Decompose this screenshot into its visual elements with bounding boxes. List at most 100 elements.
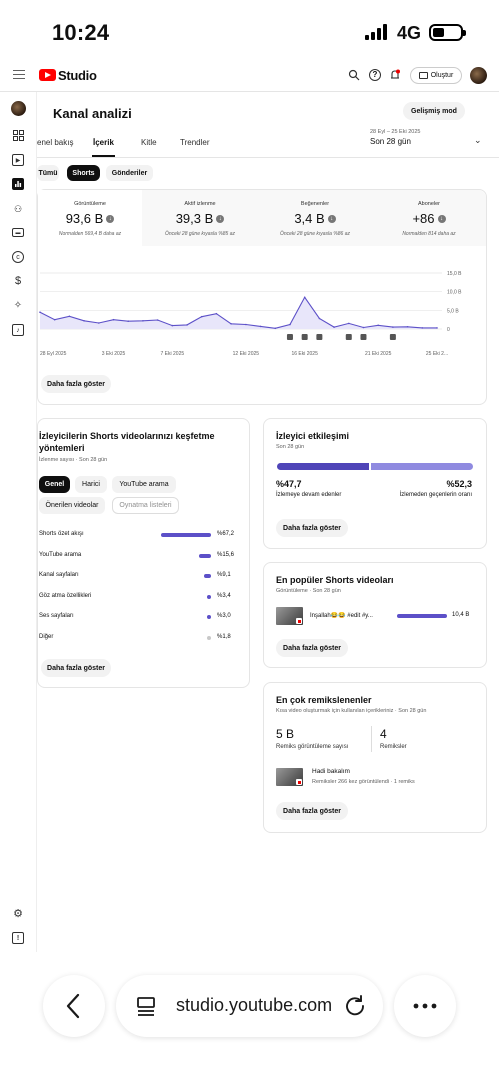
data-point[interactable] <box>142 320 144 322</box>
page-menu-icon[interactable] <box>136 996 156 1016</box>
subtitles-icon[interactable]: ▬ <box>12 228 24 237</box>
remix-show-more-button[interactable]: Daha fazla göster <box>276 802 348 820</box>
traffic-source-row[interactable]: YouTube arama %15,6 <box>39 552 235 562</box>
data-point[interactable] <box>289 323 291 326</box>
help-icon[interactable]: ? <box>369 69 381 81</box>
metric-likes-sub: Önceki 28 güne kıyasla %86 az <box>279 231 351 237</box>
metric-watch[interactable]: Aktif izlenme 39,3 B ↓ Önceki 28 güne kıy… <box>142 190 258 246</box>
feedback-icon[interactable]: ! <box>12 932 24 944</box>
back-button[interactable] <box>43 975 105 1037</box>
data-point[interactable] <box>68 315 71 318</box>
menu-icon[interactable] <box>13 70 25 79</box>
chip-playlists[interactable]: Oynatma listeleri <box>112 497 179 514</box>
earn-icon[interactable]: $ <box>12 275 24 287</box>
copyright-icon[interactable]: c <box>12 251 24 263</box>
data-point[interactable] <box>245 323 247 326</box>
data-point[interactable] <box>274 327 277 330</box>
traffic-source-label: Shorts özet akışı <box>39 531 84 537</box>
data-point[interactable] <box>171 324 174 327</box>
signal-icon <box>365 24 387 40</box>
popular-video-thumbnail[interactable] <box>276 607 303 625</box>
data-point[interactable] <box>303 296 306 299</box>
data-point[interactable] <box>83 320 85 322</box>
data-point[interactable] <box>127 320 129 322</box>
notification-icon[interactable] <box>389 69 401 81</box>
community-icon[interactable]: ⚇ <box>12 203 24 215</box>
dashboard-icon[interactable] <box>12 129 24 141</box>
create-button[interactable]: Oluştur <box>410 67 462 84</box>
tab-content[interactable]: İçerik <box>93 138 114 147</box>
advanced-mode-button[interactable]: Gelişmiş mod <box>403 102 465 120</box>
video-marker-icon[interactable] <box>286 334 293 340</box>
x-tick-label: 25 Eki 2... <box>426 351 448 357</box>
discovery-show-more-button[interactable]: Daha fazla göster <box>41 659 111 677</box>
tab-overview[interactable]: enel bakış <box>37 138 73 147</box>
traffic-source-row[interactable]: Göz atma özellikleri %3,4 <box>39 593 235 603</box>
chip-general[interactable]: Genel <box>39 476 70 493</box>
filter-shorts[interactable]: Shorts <box>67 165 100 181</box>
chip-external[interactable]: Harici <box>75 476 107 493</box>
data-point[interactable] <box>406 326 409 328</box>
chip-suggested[interactable]: Önerilen videolar <box>39 497 105 514</box>
metric-subs-value: +86 <box>412 211 435 226</box>
data-point[interactable] <box>230 323 232 325</box>
metric-subscribers[interactable]: Aboneler +86 ↓ Normalden 814 daha az <box>372 190 486 246</box>
customization-icon[interactable]: ✧ <box>12 299 24 311</box>
date-range-selector[interactable]: 28 Eyl – 25 Eki 2025 Son 28 gün ⌄ <box>370 129 482 146</box>
traffic-source-row[interactable]: Ses sayfaları %3,0 <box>39 613 235 623</box>
data-point[interactable] <box>436 327 438 329</box>
metric-views[interactable]: Görüntüleme 93,6 B ↓ Normalden 569,4 B da… <box>38 190 142 246</box>
filter-all[interactable]: Tümü <box>37 165 59 181</box>
x-tick-label: 12 Eki 2025 <box>233 351 260 357</box>
data-point[interactable] <box>98 322 100 324</box>
channel-avatar[interactable] <box>11 101 26 116</box>
studio-logo[interactable]: Studio <box>39 68 97 83</box>
search-icon[interactable] <box>348 69 360 81</box>
filter-posts[interactable]: Gönderiler <box>106 165 153 181</box>
traffic-source-row[interactable]: Diğer %1,8 <box>39 634 235 644</box>
video-marker-icon[interactable] <box>301 334 308 340</box>
data-point[interactable] <box>156 319 159 321</box>
data-point[interactable] <box>112 318 115 321</box>
data-point[interactable] <box>362 326 365 329</box>
popular-video-title[interactable]: İnşallah😂😂 #edit #y... <box>310 612 394 619</box>
reload-icon[interactable] <box>344 994 366 1016</box>
content-icon[interactable]: ▶ <box>12 154 24 166</box>
tab-audience[interactable]: Kitle <box>141 138 157 147</box>
audio-library-icon[interactable]: ♪ <box>12 324 24 336</box>
popular-show-more-button[interactable]: Daha fazla göster <box>276 639 348 657</box>
remix-video-thumbnail[interactable] <box>276 768 303 786</box>
video-marker-icon[interactable] <box>345 334 352 340</box>
data-point[interactable] <box>333 326 335 328</box>
data-point[interactable] <box>377 324 380 327</box>
tab-trends[interactable]: Trendler <box>180 138 210 147</box>
data-point[interactable] <box>200 315 203 318</box>
engagement-show-more-button[interactable]: Daha fazla göster <box>276 519 348 537</box>
metrics-show-more-button[interactable]: Daha fazla göster <box>41 375 111 393</box>
data-point[interactable] <box>318 317 321 320</box>
more-options-button[interactable] <box>394 975 456 1037</box>
data-point[interactable] <box>392 326 394 328</box>
popular-subtitle: Görüntüleme · Son 28 gün <box>276 588 341 594</box>
traffic-source-row[interactable]: Shorts özet akışı %67,2 <box>39 531 235 541</box>
address-bar[interactable]: studio.youtube.com <box>116 975 383 1037</box>
traffic-source-label: Göz atma özellikleri <box>39 592 92 599</box>
data-point[interactable] <box>421 327 424 329</box>
data-point[interactable] <box>215 312 218 315</box>
data-point[interactable] <box>348 322 350 325</box>
chip-youtube-search[interactable]: YouTube arama <box>112 476 176 493</box>
data-point[interactable] <box>53 318 56 321</box>
engagement-stay-bar <box>277 463 370 470</box>
account-avatar[interactable] <box>470 67 487 84</box>
video-marker-icon[interactable] <box>389 334 396 340</box>
video-marker-icon[interactable] <box>360 334 367 340</box>
metric-likes[interactable]: Beğenenler 3,4 B ↓ Önceki 28 güne kıyasla… <box>258 190 372 246</box>
settings-icon[interactable]: ⚙ <box>12 907 24 920</box>
remix-video-title[interactable]: Hadi bakalım <box>312 768 350 775</box>
data-point[interactable] <box>39 311 41 313</box>
data-point[interactable] <box>186 324 188 326</box>
analytics-icon[interactable] <box>12 178 24 190</box>
traffic-source-row[interactable]: Kanal sayfaları %9,1 <box>39 572 235 582</box>
video-marker-icon[interactable] <box>316 334 323 340</box>
data-point[interactable] <box>259 325 262 328</box>
